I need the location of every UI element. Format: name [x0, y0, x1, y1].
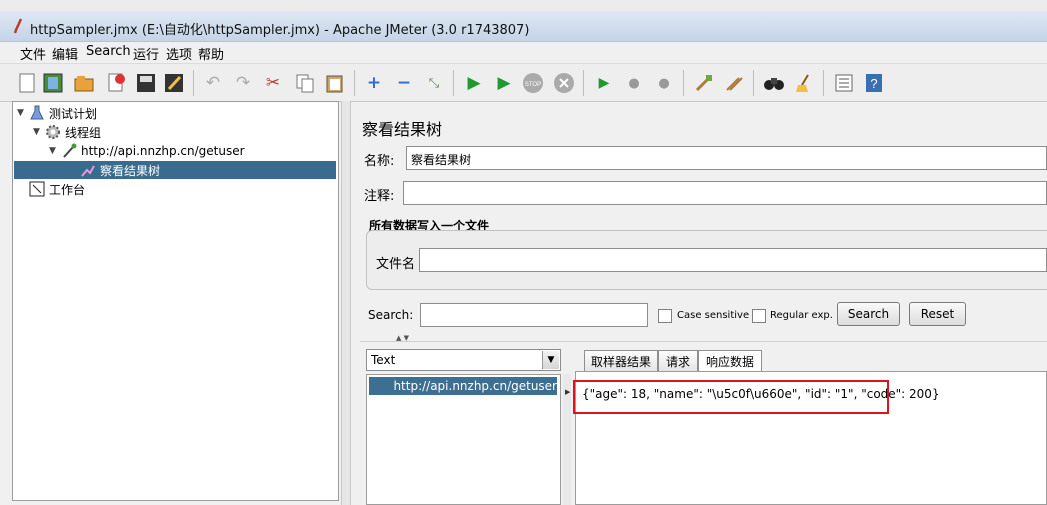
panel-title: 察看结果树 [362, 120, 443, 139]
regex-label: Regular exp. [770, 310, 833, 321]
jmeter-feather-icon [13, 18, 23, 34]
start-icon[interactable]: ▶ [463, 72, 485, 94]
window-title: httpSampler.jmx (E:\自动化\httpSampler.jmx)… [30, 23, 530, 38]
tree-node-label: 测试计划 [49, 106, 98, 121]
remote-exit-icon[interactable]: ● [653, 72, 675, 94]
comment-label: 注释: [364, 189, 395, 204]
horizontal-divider [360, 341, 1047, 342]
tree-node-label: 线程组 [65, 125, 102, 140]
toolbar-separator [583, 70, 584, 96]
tree-node-label: 察看结果树 [100, 163, 161, 178]
tree-node-view-results-tree[interactable]: 察看结果树 [14, 161, 336, 179]
cut-icon[interactable]: ✂ [262, 72, 284, 94]
chart-listener-icon [81, 165, 95, 177]
open-icon[interactable] [73, 72, 95, 94]
regex-checkbox[interactable] [752, 309, 766, 323]
name-label: 名称: [364, 154, 395, 169]
search-input[interactable] [420, 303, 648, 327]
svg-text:STOP: STOP [525, 82, 541, 88]
menu-file[interactable]: 文件 [20, 44, 46, 63]
clear-all-icon[interactable] [723, 72, 745, 94]
menu-options[interactable]: 选项 [166, 44, 192, 63]
chevron-down-icon[interactable]: ▼ [542, 351, 559, 369]
svg-text:?: ? [870, 76, 877, 91]
stop-icon[interactable]: STOP [522, 72, 544, 94]
save-icon[interactable] [135, 72, 157, 94]
renderer-select-value: Text [371, 353, 396, 367]
test-plan-tree[interactable]: ▼ 测试计划 ▼ 线程组 ▼ http://api.nnzhp.cn/getus… [12, 101, 339, 501]
renderer-select[interactable]: Text ▼ [366, 349, 561, 371]
splitter-arrow-icon[interactable]: ▶ [565, 388, 570, 396]
filename-input[interactable] [419, 248, 1047, 272]
case-sensitive-checkbox[interactable] [658, 309, 672, 323]
tree-node-http-sampler[interactable]: ▼ http://api.nnzhp.cn/getuser [49, 142, 245, 160]
clear-icon[interactable] [693, 72, 715, 94]
collapse-icon[interactable]: − [393, 72, 415, 94]
title-bar[interactable]: httpSampler.jmx (E:\自动化\httpSampler.jmx)… [0, 11, 1047, 42]
tree-node-label: 工作台 [49, 182, 86, 197]
menu-search[interactable]: Search [86, 44, 131, 59]
tab-sampler-result[interactable]: 取样器结果 [584, 350, 658, 371]
remote-stop-icon[interactable]: ● [623, 72, 645, 94]
toolbar: ↶ ↷ ✂ + − ⤡ ▶ ▶ STOP ▶ ● ● ? [0, 63, 1047, 102]
tree-node-thread-group[interactable]: ▼ 线程组 [33, 123, 101, 141]
gear-icon [46, 125, 60, 139]
menu-bar: 文件 编辑 Search 运行 选项 帮助 [0, 42, 1047, 63]
expand-arrow-icon[interactable]: ▼ [49, 146, 61, 156]
function-list-icon[interactable] [833, 72, 855, 94]
expand-arrow-icon[interactable]: ▼ [17, 108, 29, 118]
templates-icon[interactable] [42, 72, 64, 94]
pipette-icon [63, 143, 77, 158]
toolbar-separator [683, 70, 684, 96]
start-no-pause-icon[interactable]: ▶ [493, 72, 515, 94]
remote-start-icon[interactable]: ▶ [593, 72, 615, 94]
expand-icon[interactable]: + [363, 72, 385, 94]
toolbar-separator [193, 70, 194, 96]
paste-icon[interactable] [324, 72, 346, 94]
menu-help[interactable]: 帮助 [198, 44, 224, 63]
tree-node-label: http://api.nnzhp.cn/getuser [81, 144, 245, 158]
search-label: Search: [368, 308, 414, 322]
menu-run[interactable]: 运行 [133, 44, 159, 63]
toolbar-separator [453, 70, 454, 96]
tree-node-workbench[interactable]: 工作台 [29, 180, 85, 198]
toolbar-separator [753, 70, 754, 96]
help-icon[interactable]: ? [863, 72, 885, 94]
filename-label: 文件名 [376, 257, 416, 272]
menu-edit[interactable]: 编辑 [52, 44, 78, 63]
expand-arrow-icon[interactable]: ▼ [33, 127, 45, 137]
undo-icon[interactable]: ↶ [202, 72, 224, 94]
flask-icon [30, 105, 44, 120]
search-button[interactable]: Search [837, 302, 900, 326]
toolbar-separator [354, 70, 355, 96]
comment-input[interactable] [403, 181, 1047, 205]
reset-button[interactable]: Reset [909, 302, 966, 326]
result-item[interactable]: http://api.nnzhp.cn/getuser [369, 377, 557, 395]
binoculars-icon[interactable] [763, 72, 785, 94]
copy-icon[interactable] [294, 72, 316, 94]
new-icon[interactable] [16, 72, 38, 94]
redo-icon[interactable]: ↷ [232, 72, 254, 94]
broom-icon[interactable] [793, 72, 815, 94]
toggle-icon[interactable]: ⤡ [423, 72, 445, 94]
case-sensitive-label: Case sensitive [677, 310, 750, 321]
result-list[interactable]: http://api.nnzhp.cn/getuser [366, 374, 561, 505]
tab-request[interactable]: 请求 [658, 350, 698, 371]
vertical-splitter[interactable] [341, 101, 351, 505]
name-input[interactable]: 察看结果树 [406, 146, 1047, 170]
tree-node-test-plan[interactable]: ▼ 测试计划 [17, 104, 97, 122]
close-file-icon[interactable] [105, 72, 127, 94]
save-as-icon[interactable] [163, 72, 185, 94]
highlight-box [573, 380, 889, 414]
workbench-icon [29, 181, 45, 197]
tab-response-data[interactable]: 响应数据 [698, 350, 762, 371]
shutdown-icon[interactable] [553, 72, 575, 94]
result-item-label: http://api.nnzhp.cn/getuser [393, 379, 557, 393]
toolbar-separator [823, 70, 824, 96]
